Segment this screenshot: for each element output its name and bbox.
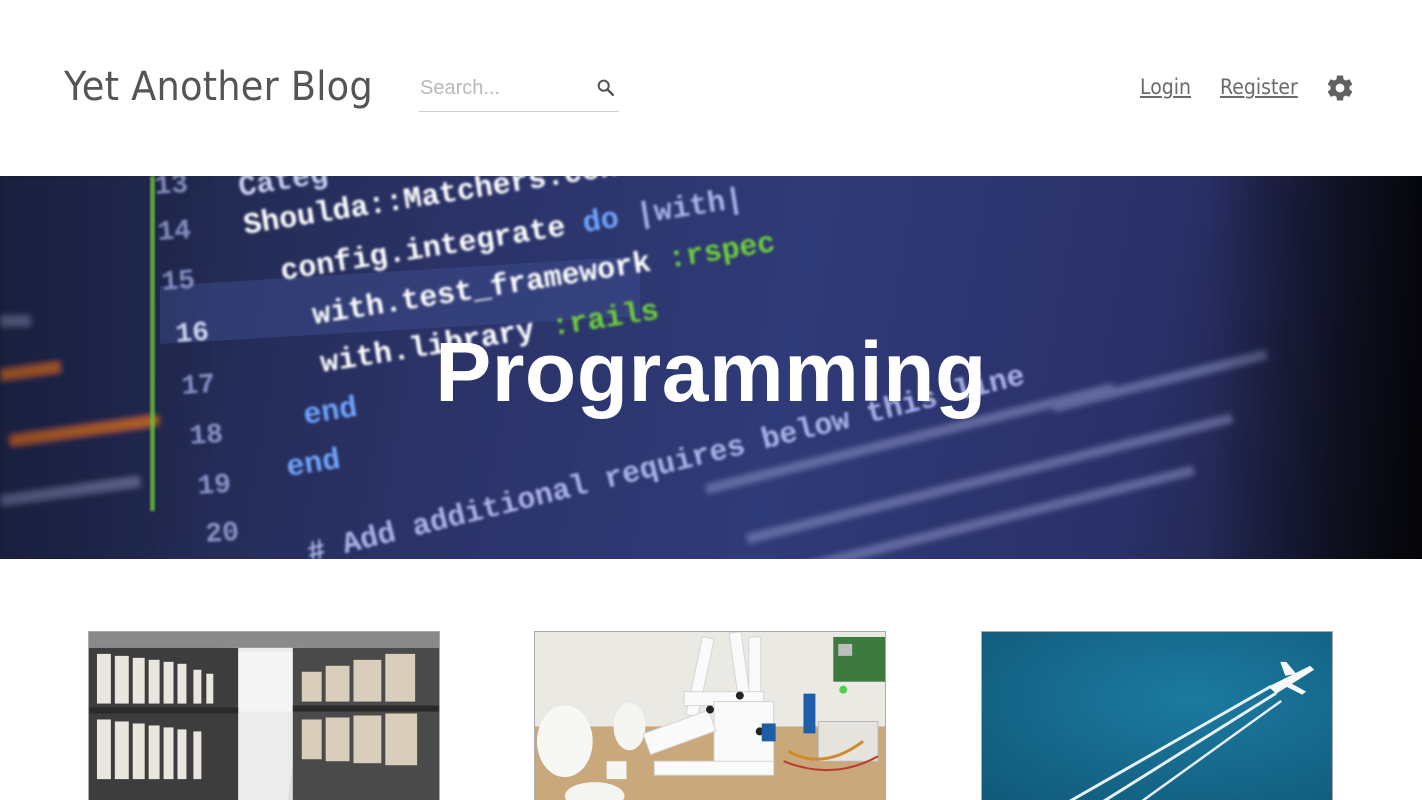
search-input[interactable]	[419, 70, 589, 106]
airplane-contrails-image	[982, 632, 1332, 800]
search-icon[interactable]	[595, 77, 617, 99]
search-box	[419, 70, 619, 112]
category-hero-banner: 13 14 15 16 17 18 19 20 Categ Shoulda::M…	[0, 176, 1422, 559]
post-card[interactable]	[981, 631, 1333, 800]
post-card[interactable]	[88, 631, 440, 800]
archive-shelves-image	[89, 632, 439, 800]
login-link[interactable]: Login	[1140, 75, 1191, 99]
site-title[interactable]: Yet Another Blog	[64, 64, 373, 110]
site-header: Yet Another Blog Login Register	[0, 0, 1422, 176]
register-link[interactable]: Register	[1220, 75, 1298, 99]
category-title: Programming	[435, 325, 987, 419]
gear-icon[interactable]	[1325, 73, 1355, 103]
robot-arm-3d-print-image	[535, 632, 885, 800]
post-card[interactable]	[534, 631, 886, 800]
